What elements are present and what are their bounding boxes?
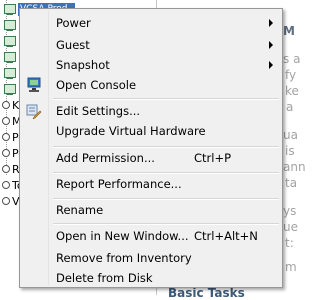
vm-icon — [4, 83, 18, 96]
menu-item-label: Guest — [56, 38, 90, 52]
chevron-right-icon — [269, 41, 273, 49]
menu-item-label: Remove from Inventory — [56, 251, 192, 265]
tree-bullet-icon — [2, 133, 10, 141]
menu-item-upgrade-virtual-hardware[interactable]: Upgrade Virtual Hardware — [22, 121, 280, 141]
pane-text-fragment: ta — [285, 176, 298, 190]
tree-bullet-icon — [2, 165, 10, 173]
menu-item-open-in-new-window[interactable]: Open in New Window... Ctrl+Alt+N — [22, 226, 280, 246]
vm-context-menu: Power Guest Snapshot Open Console Edit S… — [19, 8, 283, 288]
pane-text-fragment: m — [285, 260, 297, 274]
vm-icon — [4, 35, 18, 48]
menu-item-add-permission[interactable]: Add Permission... Ctrl+P — [22, 148, 280, 168]
pane-text-fragment: ys — [283, 204, 297, 218]
menu-item-snapshot[interactable]: Snapshot — [22, 55, 280, 75]
menu-item-shortcut: Ctrl+P — [194, 151, 232, 165]
pane-text-fragment: t: — [285, 236, 294, 250]
chevron-right-icon — [269, 19, 273, 27]
pane-text-fragment: s a — [283, 52, 301, 66]
vm-icon — [4, 67, 18, 80]
vm-icon — [4, 19, 18, 32]
tree-bullet-icon — [2, 181, 10, 189]
vm-icon — [4, 51, 18, 64]
pane-text-fragment: M — [283, 24, 295, 38]
menu-item-label: Open Console — [56, 78, 137, 92]
menu-item-report-performance[interactable]: Report Performance... — [22, 174, 280, 194]
menu-item-power[interactable]: Power — [22, 13, 280, 33]
menu-separator — [53, 223, 279, 225]
menu-separator — [53, 98, 279, 100]
pane-text-fragment: ua — [283, 128, 298, 142]
menu-item-label: Report Performance... — [56, 177, 182, 191]
basic-tasks-heading: Basic Tasks — [168, 286, 245, 300]
pane-text-fragment: ue — [283, 220, 298, 234]
tree-bullet-icon — [2, 197, 10, 205]
menu-item-remove-from-inventory[interactable]: Remove from Inventory — [22, 248, 280, 268]
chevron-right-icon — [269, 61, 273, 69]
menu-item-label: Power — [56, 16, 91, 30]
menu-item-label: Edit Settings... — [56, 104, 141, 118]
console-icon — [27, 77, 41, 92]
tree-bullet-icon — [2, 149, 10, 157]
pane-text-fragment: ke — [285, 84, 299, 98]
menu-item-label: Open in New Window... — [56, 229, 189, 243]
menu-item-rename[interactable]: Rename — [22, 200, 280, 220]
tree-bullet-icon — [2, 101, 10, 109]
pane-text-fragment: ann — [283, 160, 306, 174]
menu-item-label: Add Permission... — [56, 151, 155, 165]
pane-text-fragment: a — [286, 100, 294, 114]
menu-item-edit-settings[interactable]: Edit Settings... — [22, 101, 280, 121]
edit-settings-icon — [26, 104, 42, 119]
menu-item-label: Delete from Disk — [56, 271, 153, 285]
pane-text-fragment: fy — [285, 68, 297, 82]
menu-item-label: Rename — [56, 203, 104, 217]
menu-item-shortcut: Ctrl+Alt+N — [194, 229, 258, 243]
menu-item-guest[interactable]: Guest — [22, 35, 280, 55]
menu-item-open-console[interactable]: Open Console — [22, 75, 280, 95]
tree-bullet-icon — [2, 117, 10, 125]
vm-icon — [4, 3, 18, 16]
pane-text-fragment: is — [285, 144, 295, 158]
menu-item-label: Snapshot — [56, 58, 110, 72]
menu-item-delete-from-disk[interactable]: Delete from Disk — [22, 268, 280, 288]
menu-item-label: Upgrade Virtual Hardware — [56, 124, 206, 138]
